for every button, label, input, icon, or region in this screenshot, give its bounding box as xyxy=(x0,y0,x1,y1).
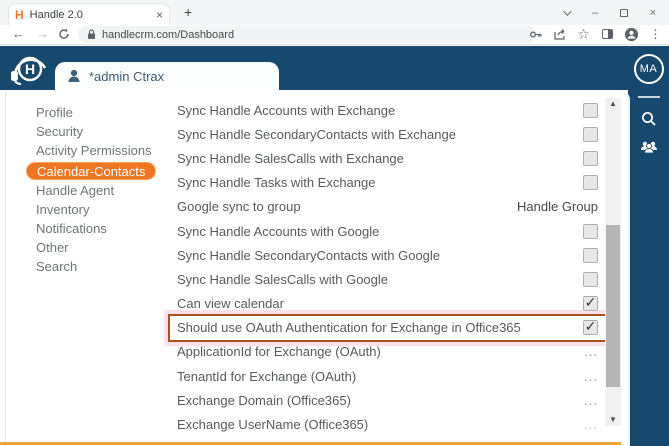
setting-value[interactable]: Handle Group xyxy=(517,199,598,214)
rail-divider xyxy=(637,96,660,98)
settings-row-sync-handle-accounts-with-google: Sync Handle Accounts with Google xyxy=(177,219,598,243)
lock-icon xyxy=(87,29,96,40)
setting-label: Should use OAuth Authentication for Exch… xyxy=(177,320,521,336)
forward-button[interactable]: → xyxy=(36,26,49,41)
sidebar-item-profile[interactable]: Profile xyxy=(26,103,171,122)
browser-chrome: H Handle 2.0 × + – × ← → handlecrm.com/D… xyxy=(0,0,669,46)
checkbox-unchecked[interactable] xyxy=(583,102,598,118)
checkbox-unchecked[interactable] xyxy=(583,247,598,263)
setting-label: ApplicationId for Exchange (OAuth) xyxy=(177,344,381,360)
right-rail: MA xyxy=(628,46,669,446)
sidebar-item-search[interactable]: Search xyxy=(26,257,171,276)
search-icon[interactable] xyxy=(628,111,669,127)
back-button[interactable]: ← xyxy=(12,26,25,41)
window-controls: – × xyxy=(560,0,667,25)
bookmark-star-icon[interactable]: ☆ xyxy=(576,26,591,42)
scroll-up-arrow[interactable]: ▲ xyxy=(605,98,621,110)
checkbox-checked[interactable]: ✓ xyxy=(583,295,598,312)
setting-label: Exchange UserName (Office365) xyxy=(177,417,369,433)
sidebar-item-security[interactable]: Security xyxy=(26,122,171,141)
setting-label: Sync Handle SecondaryContacts with Googl… xyxy=(177,247,441,263)
restore-button[interactable] xyxy=(618,8,630,17)
setting-label: TenantId for Exchange (OAuth) xyxy=(177,368,357,384)
checkbox-unchecked[interactable] xyxy=(583,150,598,166)
settings-row-should-use-oauth-authentication-for-exchange-in-office365: Should use OAuth Authentication for Exch… xyxy=(168,313,609,342)
setting-value[interactable]: ... xyxy=(584,344,598,359)
handle-favicon-icon: H xyxy=(15,7,24,22)
settings-row-sync-handle-salescalls-with-exchange: Sync Handle SalesCalls with Exchange xyxy=(177,146,598,170)
scroll-down-arrow[interactable]: ▼ xyxy=(605,414,621,426)
url-text: handlecrm.com/Dashboard xyxy=(102,28,235,41)
password-key-icon[interactable] xyxy=(528,26,543,42)
checkbox-unchecked[interactable] xyxy=(583,223,598,239)
sidebar-item-other[interactable]: Other xyxy=(26,238,171,257)
settings-row-can-view-calendar: Can view calendar ✓ xyxy=(177,292,598,316)
settings-row-sync-handle-secondarycontacts-with-google: Sync Handle SecondaryContacts with Googl… xyxy=(177,243,598,267)
address-bar[interactable]: handlecrm.com/Dashboard xyxy=(78,26,536,43)
setting-label: Sync Handle SalesCalls with Exchange xyxy=(177,150,404,166)
toolbar-actions: ☆ ⋮ xyxy=(528,26,663,42)
bottom-accent-bar xyxy=(0,442,621,445)
chevron-down-icon[interactable] xyxy=(560,6,572,16)
person-icon xyxy=(67,69,81,83)
scrollbar[interactable]: ▲ ▼ xyxy=(605,98,621,426)
sidebar-item-calendar-contacts[interactable]: Calendar-Contacts xyxy=(26,161,157,180)
svg-text:H: H xyxy=(25,61,35,77)
settings-row-sync-handle-tasks-with-exchange: Sync Handle Tasks with Exchange xyxy=(177,171,598,195)
handle-logo-icon: H xyxy=(8,49,52,91)
setting-label: Sync Handle SecondaryContacts with Excha… xyxy=(177,126,456,142)
settings-row-sync-handle-secondarycontacts-with-exchange: Sync Handle SecondaryContacts with Excha… xyxy=(177,122,598,146)
settings-panel: Profile Security Activity Permissions Calen… xyxy=(6,90,628,446)
user-tab-label: *admin Ctrax xyxy=(89,68,165,84)
setting-label: Sync Handle Accounts with Exchange xyxy=(177,102,396,118)
browser-tab[interactable]: H Handle 2.0 × xyxy=(8,3,170,25)
sidebar-item-inventory[interactable]: Inventory xyxy=(26,200,171,219)
setting-label: Can view calendar xyxy=(177,296,284,312)
browser-toolbar: ← → handlecrm.com/Dashboard ☆ ⋮ xyxy=(0,25,669,45)
minimize-button[interactable]: – xyxy=(589,7,601,19)
settings-row-google-sync-to-group: Google sync to group Handle Group xyxy=(177,195,598,219)
checkbox-unchecked[interactable] xyxy=(583,175,598,191)
reload-icon[interactable] xyxy=(58,28,70,40)
sidebar-item-activity-permissions[interactable]: Activity Permissions xyxy=(26,141,171,160)
settings-list: Sync Handle Accounts with Exchange Sync H… xyxy=(168,98,609,437)
kebab-menu-icon[interactable]: ⋮ xyxy=(648,26,663,42)
setting-value[interactable]: ... xyxy=(584,417,598,432)
setting-value[interactable]: ... xyxy=(584,369,598,384)
tab-strip: H Handle 2.0 × + – × xyxy=(0,0,669,25)
users-group-icon[interactable] xyxy=(628,140,669,154)
setting-label: Exchange Domain (Office365) xyxy=(177,392,351,408)
settings-row-tenantid-for-exchange-oauth: TenantId for Exchange (OAuth)... xyxy=(177,364,598,388)
close-window-button[interactable]: × xyxy=(647,7,659,19)
settings-row-applicationid-for-exchange-oauth: ApplicationId for Exchange (OAuth)... xyxy=(177,340,598,364)
app-header: H *admin Ctrax xyxy=(0,46,669,90)
tab-title: Handle 2.0 xyxy=(29,8,83,21)
settings-row-exchange-username-office365: Exchange UserName (Office365)... xyxy=(177,412,598,436)
share-icon[interactable] xyxy=(552,26,567,42)
settings-row-sync-handle-accounts-with-exchange: Sync Handle Accounts with Exchange xyxy=(177,98,598,122)
user-tab[interactable]: *admin Ctrax xyxy=(55,62,279,90)
screen: H Handle 2.0 × + – × ← → handlecrm.com/D… xyxy=(0,0,669,446)
setting-value[interactable]: ... xyxy=(584,393,598,408)
setting-label: Sync Handle SalesCalls with Google xyxy=(177,271,388,287)
close-tab-icon[interactable]: × xyxy=(156,8,163,22)
profile-avatar-icon[interactable] xyxy=(624,26,639,42)
sidebar-item-handle-agent[interactable]: Handle Agent xyxy=(26,181,171,200)
setting-label: Sync Handle Tasks with Exchange xyxy=(177,175,376,191)
side-panel-icon[interactable] xyxy=(600,26,615,42)
new-tab-button[interactable]: + xyxy=(184,4,192,20)
setting-label: Sync Handle Accounts with Google xyxy=(177,223,380,239)
handle-app: H *admin Ctrax MA Profile Security Activ… xyxy=(0,46,669,446)
sidebar-list: Profile Security Activity Permissions Calen… xyxy=(26,103,171,277)
settings-row-sync-handle-salescalls-with-google: Sync Handle SalesCalls with Google xyxy=(177,267,598,291)
checkbox-unchecked[interactable] xyxy=(583,271,598,287)
scrollbar-thumb[interactable] xyxy=(606,225,620,387)
checkbox-checked[interactable]: ✓ xyxy=(583,319,598,336)
settings-row-exchange-domain-office365: Exchange Domain (Office365)... xyxy=(177,388,598,412)
checkbox-unchecked[interactable] xyxy=(583,126,598,142)
setting-label: Google sync to group xyxy=(177,199,301,215)
avatar[interactable]: MA xyxy=(633,54,664,84)
sidebar-item-notifications[interactable]: Notifications xyxy=(26,219,171,238)
